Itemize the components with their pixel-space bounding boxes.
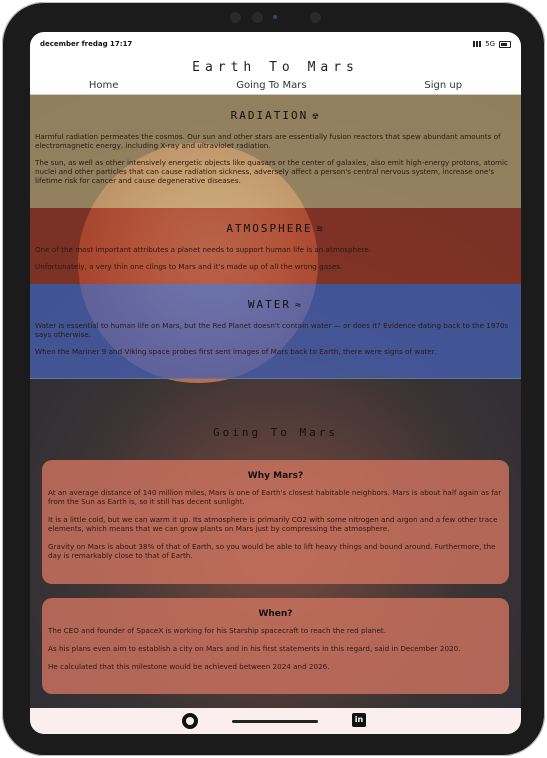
main-nav: Home Going To Mars Sign up <box>30 80 521 91</box>
home-indicator[interactable] <box>232 720 318 723</box>
atmosphere-heading: ATMOSPHERE ≋ <box>30 208 521 245</box>
why-mars-paragraph-3: Gravity on Mars is about 38% of that of … <box>48 542 496 560</box>
water-title: WATER <box>247 298 292 311</box>
linkedin-icon[interactable]: in <box>352 713 366 727</box>
radiation-title: RADIATION <box>230 109 309 122</box>
when-card: When? The CEO and founder of SpaceX is w… <box>42 598 509 694</box>
atmosphere-title: ATMOSPHERE <box>226 222 313 235</box>
atmosphere-paragraph-2: Unfortunately, a very thin one clings to… <box>35 262 343 271</box>
sensor-icon <box>310 12 321 23</box>
why-mars-paragraph-1: At an average distance of 140 million mi… <box>48 488 502 506</box>
camera-bar <box>2 12 545 26</box>
radiation-heading: RADIATION ☢ <box>30 95 521 132</box>
tablet-frame: december fredag 17:17 5G Earth To Mars H… <box>2 2 545 756</box>
signal-icon <box>473 41 482 47</box>
water-paragraph-1: Water is essential to human life on Mars… <box>35 321 509 339</box>
nav-going-link[interactable]: Going To Mars <box>236 80 306 91</box>
site-title: Earth To Mars <box>192 60 359 75</box>
water-paragraph-2: When the Mariner 9 and Viking space prob… <box>35 347 437 356</box>
site-footer: in <box>30 708 521 734</box>
network-label: 5G <box>485 40 495 48</box>
status-time: december fredag 17:17 <box>40 40 133 48</box>
screen: december fredag 17:17 5G Earth To Mars H… <box>30 32 521 734</box>
status-indicators: 5G <box>473 40 511 48</box>
when-paragraph-1: The CEO and founder of SpaceX is working… <box>48 626 387 635</box>
why-mars-paragraph-2: It is a little cold, but we can warm it … <box>48 515 498 533</box>
radioactive-icon: ☢ <box>312 111 321 122</box>
nav-home-link[interactable]: Home <box>89 80 119 91</box>
atmosphere-section: ATMOSPHERE ≋ One of the most important at… <box>30 208 521 284</box>
github-icon[interactable] <box>182 713 198 729</box>
nav-signup-link[interactable]: Sign up <box>424 80 462 91</box>
camera-icon <box>230 12 241 23</box>
water-section: WATER ≈ Water is essential to human life … <box>30 284 521 379</box>
why-mars-title: Why Mars? <box>247 471 304 481</box>
why-mars-card: Why Mars? At an average distance of 140 … <box>42 460 509 584</box>
when-paragraph-3: He calculated that this milestone would … <box>48 662 330 671</box>
radiation-paragraph-2: The sun, as well as other intensively en… <box>35 158 509 185</box>
wind-icon: ≋ <box>316 224 325 235</box>
sensor-icon <box>252 12 263 23</box>
going-to-mars-heading: Going To Mars <box>212 426 339 439</box>
radiation-paragraph-1: Harmful radiation permeates the cosmos. … <box>35 132 501 150</box>
when-title: When? <box>258 609 293 619</box>
atmosphere-paragraph-1: One of the most important attributes a p… <box>35 245 372 254</box>
indicator-light-icon <box>273 15 277 19</box>
site-header: Earth To Mars Home Going To Mars Sign up <box>30 54 521 95</box>
water-heading: WATER ≈ <box>30 284 521 321</box>
water-icon: ≈ <box>295 300 304 311</box>
radiation-section: RADIATION ☢ Harmful radiation permeates t… <box>30 95 521 208</box>
battery-icon <box>499 40 511 48</box>
when-paragraph-2: As his plans even aim to establish a cit… <box>48 644 461 653</box>
status-bar: december fredag 17:17 5G <box>30 32 521 54</box>
